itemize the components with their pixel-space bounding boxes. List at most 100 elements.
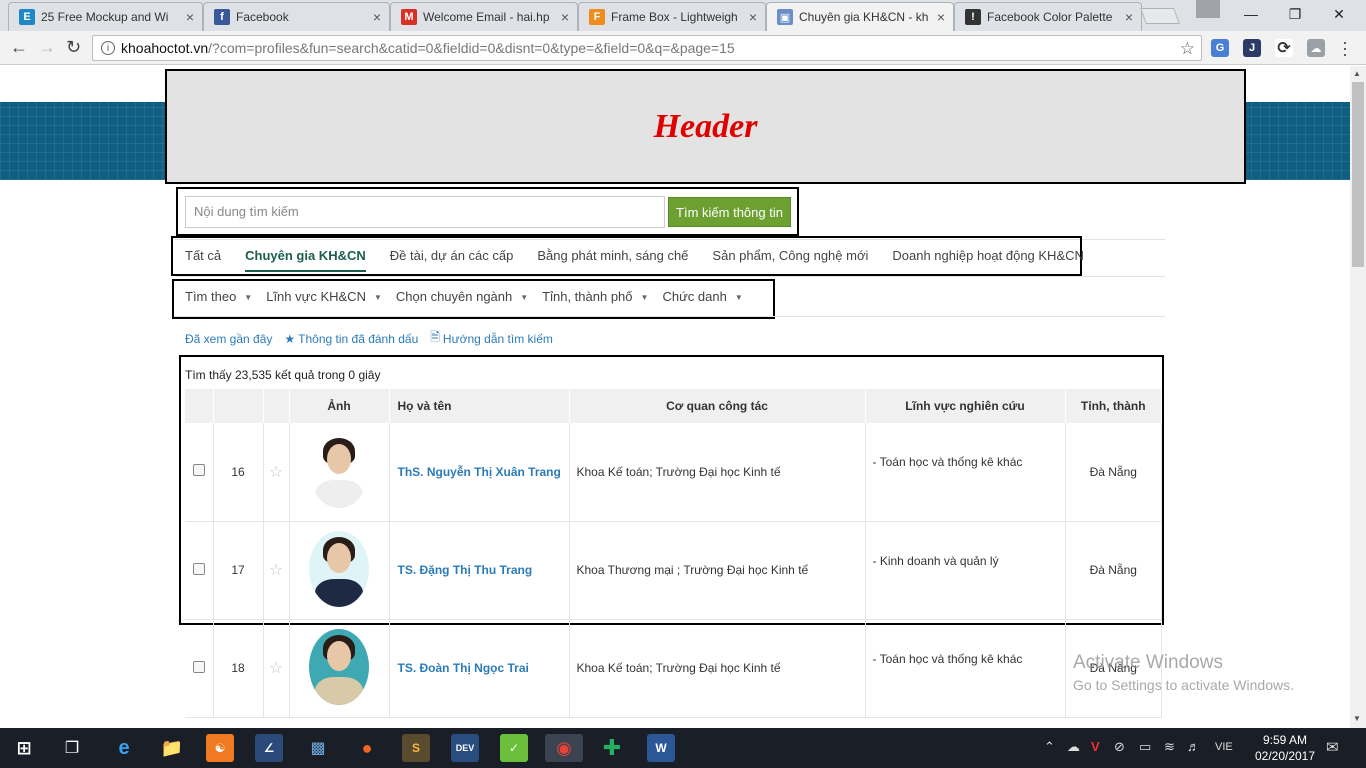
header-placeholder: Header <box>165 69 1246 184</box>
expert-name-link[interactable]: ThS. Nguyễn Thị Xuân Trang <box>389 423 570 522</box>
tray-volume-icon[interactable]: ♬ <box>1187 739 1200 754</box>
tray-cloud-icon[interactable]: ☁ <box>1067 739 1080 755</box>
caret-down-icon: ▼ <box>520 293 529 303</box>
plus-app-icon[interactable]: ✚ <box>598 734 626 762</box>
file-explorer-icon[interactable]: 📁 <box>158 734 186 762</box>
filter-dropdown[interactable]: Tìm theo ▼ <box>185 289 252 304</box>
maximize-icon[interactable]: ❐ <box>1272 0 1318 28</box>
avatar[interactable] <box>309 530 369 607</box>
tab-close-icon[interactable]: × <box>373 9 381 25</box>
close-window-icon[interactable]: ✕ <box>1316 0 1362 28</box>
bookmark-star-icon[interactable]: ☆ <box>1180 39 1195 59</box>
browser-tab[interactable]: ! Facebook Color Palette × <box>954 2 1142 31</box>
favorite-star-icon[interactable]: ☆ <box>263 423 290 522</box>
province: Đà Nẵng <box>1065 423 1162 522</box>
avatar[interactable] <box>309 432 369 509</box>
devcpp-icon[interactable]: DEV <box>451 734 479 762</box>
remote-desktop-icon[interactable]: ▩ <box>304 734 332 762</box>
browser-tab[interactable]: M Welcome Email - hai.hp × <box>390 2 578 31</box>
row-number: 18 <box>213 619 264 718</box>
word-icon[interactable]: W <box>647 734 675 762</box>
row-checkbox[interactable] <box>192 660 205 673</box>
translate-extension-icon[interactable]: G <box>1211 39 1229 57</box>
green-app-icon[interactable]: ✓ <box>500 734 528 762</box>
tab-close-icon[interactable]: × <box>749 9 757 25</box>
recent-link[interactable]: Đã xem gần đây <box>185 328 272 349</box>
task-view-icon[interactable]: ❐ <box>58 734 86 762</box>
reload-icon[interactable]: ↻ <box>66 37 81 58</box>
new-tab-button[interactable] <box>1140 8 1180 24</box>
filter-dropdown[interactable]: Chức danh ▼ <box>662 289 742 304</box>
chrome-icon[interactable]: ◉ <box>545 734 583 762</box>
firefox-icon[interactable]: ● <box>353 734 381 762</box>
category-tab[interactable]: Bằng phát minh, sáng chế <box>537 248 688 272</box>
table-row[interactable]: 16 ☆ ThS. Nguyễn Thị Xuân Trang Khoa Kế toá… <box>185 423 1162 522</box>
category-tab[interactable]: Tất cả <box>185 248 221 272</box>
back-arrow-icon[interactable]: ← <box>10 37 28 58</box>
windows-start-icon[interactable]: ⊞ <box>10 734 38 762</box>
favorite-star-icon[interactable]: ☆ <box>263 521 290 620</box>
tray-battery-icon[interactable]: ▭ <box>1139 739 1151 755</box>
windows-taskbar: ⊞ ❐ e 📁 ☯ ∠ ▩ ● S DEV ✓ ◉ ✚ W ⌃ ☁ V ⊘ ▭ … <box>0 728 1366 768</box>
browser-tab[interactable]: f Facebook × <box>203 2 390 31</box>
guide-link[interactable]: 🗎 Hướng dẫn tìm kiếm <box>430 328 553 349</box>
sync-extension-icon[interactable]: ⟳ <box>1275 39 1293 57</box>
tray-language[interactable]: VIE <box>1215 741 1233 753</box>
sublime-icon[interactable]: S <box>402 734 430 762</box>
caret-down-icon: ▼ <box>244 293 253 303</box>
network-tool-icon[interactable]: ∠ <box>255 734 283 762</box>
category-tab[interactable]: Doanh nghiệp hoạt động KH&CN <box>892 248 1084 272</box>
category-tab[interactable]: Sản phẩm, Công nghệ mới <box>712 248 868 272</box>
table-row[interactable]: 17 ☆ TS. Đặng Thị Thu Trang Khoa Thương mại… <box>185 521 1162 620</box>
tray-clock[interactable]: 9:59 AM 02/20/2017 <box>1248 732 1322 764</box>
edge-icon[interactable]: e <box>110 734 138 762</box>
header-photo: Ảnh <box>289 389 390 423</box>
favorite-star-icon[interactable]: ☆ <box>263 619 290 718</box>
expert-name-link[interactable]: TS. Đoàn Thị Ngọc Trai <box>389 619 570 718</box>
filter-dropdown[interactable]: Lĩnh vực KH&CN ▼ <box>266 289 382 304</box>
browser-tab[interactable]: E 25 Free Mockup and Wi × <box>8 2 203 31</box>
tab-close-icon[interactable]: × <box>937 9 945 25</box>
tray-antivirus-icon[interactable]: V <box>1091 739 1100 754</box>
filter-label: Chọn chuyên ngành <box>395 289 513 304</box>
filter-dropdown[interactable]: Tỉnh, thành phố ▼ <box>542 289 648 304</box>
forward-arrow-icon[interactable]: → <box>38 37 56 58</box>
search-input[interactable]: Nội dung tìm kiếm <box>185 196 665 228</box>
tab-close-icon[interactable]: × <box>561 9 569 25</box>
tab-close-icon[interactable]: × <box>1125 9 1133 25</box>
activate-windows-title: Activate Windows <box>1073 652 1223 673</box>
tray-wifi-icon[interactable]: ≋ <box>1164 739 1175 755</box>
expert-name-link[interactable]: TS. Đặng Thị Thu Trang <box>389 521 570 620</box>
row-checkbox[interactable] <box>192 464 205 477</box>
avatar[interactable] <box>309 628 369 705</box>
browser-tab[interactable]: F Frame Box - Lightweigh × <box>578 2 766 31</box>
notification-icon[interactable]: ✉ <box>1326 738 1339 756</box>
bookmarked-link[interactable]: ★ Thông tin đã đánh dấu <box>284 328 418 349</box>
category-tab[interactable]: Chuyên gia KH&CN <box>245 248 366 272</box>
profile-icon[interactable] <box>1196 0 1220 18</box>
table-row[interactable]: 18 ☆ TS. Đoàn Thị Ngọc Trai Khoa Kế toán; T… <box>185 619 1162 718</box>
xampp-icon[interactable]: ☯ <box>206 734 234 762</box>
filter-dropdown[interactable]: Chọn chuyên ngành ▼ <box>396 289 528 304</box>
address-bar[interactable]: i khoahoctot.vn/?com=profiles&fun=search… <box>92 35 1202 61</box>
tray-network-icon[interactable]: ⊘ <box>1114 739 1125 755</box>
search-button[interactable]: Tìm kiếm thông tin <box>668 197 791 227</box>
scrollbar-thumb[interactable] <box>1352 82 1364 267</box>
j-extension-icon[interactable]: J <box>1243 39 1261 57</box>
tab-close-icon[interactable]: × <box>186 9 194 25</box>
vertical-scrollbar[interactable]: ▲ ▼ <box>1350 66 1366 728</box>
photo-cell <box>289 423 390 522</box>
scroll-up-icon[interactable]: ▲ <box>1353 69 1361 78</box>
tray-chevron-icon[interactable]: ⌃ <box>1044 739 1055 755</box>
scroll-down-icon[interactable]: ▼ <box>1353 714 1361 723</box>
category-tab[interactable]: Đề tài, dự án các cấp <box>390 248 514 272</box>
tray-date: 02/20/2017 <box>1254 749 1316 763</box>
row-checkbox[interactable] <box>192 562 205 575</box>
browser-menu-icon[interactable]: · · · <box>1340 33 1350 63</box>
cloud-extension-icon[interactable]: ☁ <box>1307 39 1325 57</box>
minimize-icon[interactable]: — <box>1228 0 1274 28</box>
site-info-icon[interactable]: i <box>101 41 115 55</box>
research-field: - Toán học và thống kê khác <box>865 619 1066 718</box>
organization: Khoa Kế toán; Trường Đại học Kinh tế <box>569 423 866 522</box>
browser-tab[interactable]: ▣ Chuyên gia KH&CN - kh × <box>766 2 954 31</box>
